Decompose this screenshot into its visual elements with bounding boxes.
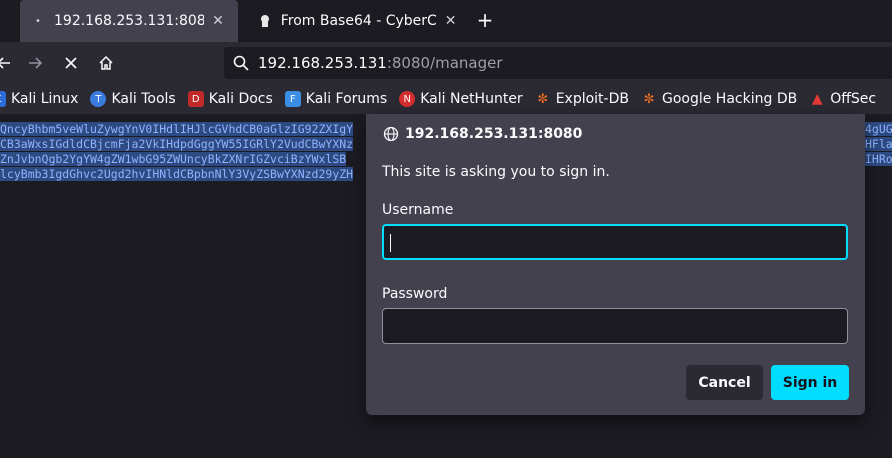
tab-active[interactable]: • 192.168.253.131:8080/try ✕ [20, 0, 238, 42]
tab-strip: • 192.168.253.131:8080/try ✕ From Base64… [0, 0, 892, 42]
forward-icon[interactable] [23, 51, 47, 75]
new-tab-icon[interactable]: + [474, 9, 496, 31]
offsec-icon: ▲ [811, 91, 823, 107]
nethunter-icon: N [399, 91, 416, 107]
dialog-host: 192.168.253.131:8080 [383, 126, 582, 142]
bookmark-label: Kali Tools [111, 91, 176, 107]
bookmark-label: Kali Forums [305, 91, 388, 107]
cyberchef-icon [258, 13, 273, 29]
kali-docs-icon: D [187, 91, 204, 107]
base64-text-right: 4gUG HFla IHRo [865, 122, 892, 166]
navigation-bar: 192.168.253.131:8080/manager [0, 42, 892, 84]
url-bar[interactable]: 192.168.253.131:8080/manager [224, 47, 892, 79]
bookmark-exploit-db[interactable]: ✼ Exploit-DB [535, 91, 629, 107]
bookmark-kali-linux[interactable]: K Kali Linux [0, 91, 78, 107]
loading-icon: • [35, 15, 41, 27]
url-text: 192.168.253.131:8080/manager [258, 54, 503, 72]
bookmark-kali-tools[interactable]: T Kali Tools [90, 91, 176, 107]
text-caret [390, 234, 391, 252]
exploit-db-icon: ✼ [537, 91, 549, 107]
bookmarks-toolbar: K Kali Linux T Kali Tools D Kali Docs F … [0, 84, 892, 114]
bookmark-label: Kali NetHunter [420, 91, 523, 107]
bookmark-label: OffSec [830, 91, 877, 107]
search-icon [233, 55, 249, 71]
kali-tools-icon: T [90, 91, 107, 107]
bookmark-kali-nethunter[interactable]: N Kali NetHunter [399, 91, 523, 107]
cancel-button[interactable]: Cancel [686, 365, 763, 400]
username-input[interactable] [382, 224, 848, 260]
password-input[interactable] [382, 308, 848, 344]
bookmark-offsec[interactable]: ▲ OffSec [809, 91, 876, 107]
kali-icon: K [0, 91, 6, 107]
bookmark-label: Exploit-DB [555, 91, 629, 107]
url-path: :8080/manager [386, 54, 503, 72]
bookmark-label: Kali Linux [11, 91, 79, 107]
bookmark-kali-docs[interactable]: D Kali Docs [187, 91, 273, 107]
dialog-host-text: 192.168.253.131:8080 [405, 126, 583, 142]
dialog-message: This site is asking you to sign in. [382, 164, 610, 180]
username-label: Username [382, 202, 454, 218]
back-icon[interactable] [0, 51, 16, 75]
tab-title: 192.168.253.131:8080/try [54, 13, 204, 29]
bookmark-kali-forums[interactable]: F Kali Forums [284, 91, 388, 107]
stop-icon[interactable] [59, 51, 83, 75]
tab-title: From Base64 - CyberChef [280, 13, 438, 29]
home-icon[interactable] [94, 51, 118, 75]
tab-cyberchef[interactable]: From Base64 - CyberChef ✕ [248, 0, 458, 42]
sign-in-button[interactable]: Sign in [771, 365, 849, 400]
url-host: 192.168.253.131 [258, 54, 387, 72]
tab-close-icon[interactable]: ✕ [210, 13, 226, 29]
bookmark-label: Kali Docs [208, 91, 273, 107]
globe-icon [383, 126, 399, 142]
tab-close-icon[interactable]: ✕ [443, 13, 458, 29]
bookmark-ghdb[interactable]: ✼ Google Hacking DB [641, 91, 798, 107]
kali-forums-icon: F [284, 91, 301, 107]
auth-dialog: 192.168.253.131:8080 This site is asking… [366, 114, 865, 415]
ghdb-icon: ✼ [643, 91, 655, 107]
password-label: Password [382, 286, 448, 302]
bookmark-label: Google Hacking DB [661, 91, 798, 107]
